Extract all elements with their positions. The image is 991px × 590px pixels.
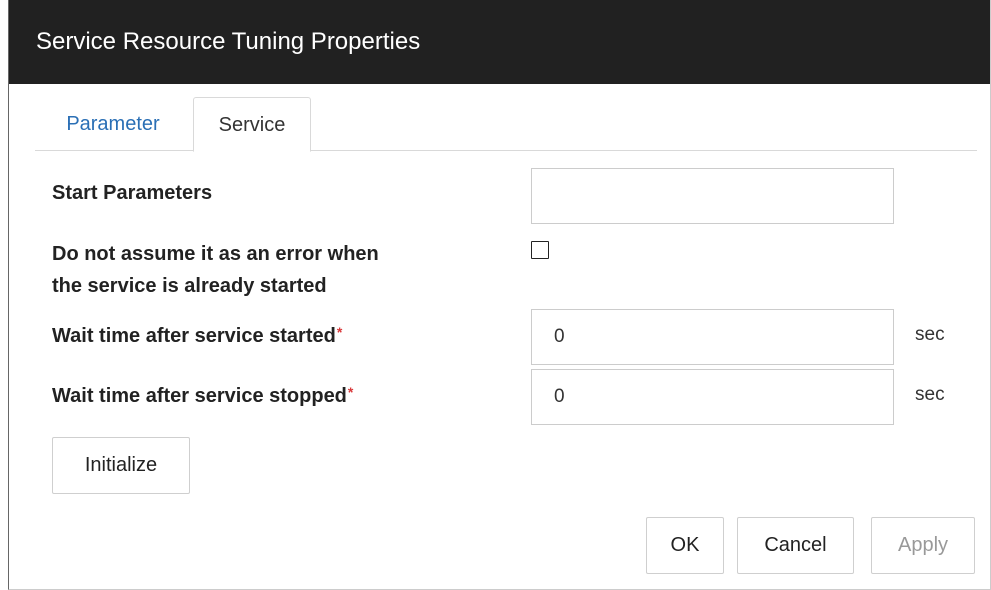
wait-stopped-input[interactable]: 0 <box>531 369 894 425</box>
initialize-button[interactable]: Initialize <box>52 437 190 494</box>
tab-parameter[interactable]: Parameter <box>35 97 191 151</box>
no-error-label-line2: the service is already started <box>52 275 327 297</box>
wait-started-label-text: Wait time after service started <box>52 325 336 347</box>
dialog-title: Service Resource Tuning Properties <box>9 0 990 84</box>
required-marker: * <box>336 324 343 340</box>
wait-stopped-label: Wait time after service stopped* <box>52 381 353 412</box>
apply-button[interactable]: Apply <box>871 517 975 574</box>
required-marker: * <box>347 384 354 400</box>
wait-started-label: Wait time after service started* <box>52 321 342 352</box>
no-error-checkbox[interactable] <box>531 241 549 259</box>
start-parameters-label: Start Parameters <box>52 182 213 204</box>
no-error-label-line1: Do not assume it as an error when <box>52 243 379 265</box>
wait-stopped-unit: sec <box>915 384 945 405</box>
wait-started-unit: sec <box>915 324 945 345</box>
ok-button[interactable]: OK <box>646 517 724 574</box>
wait-started-input[interactable]: 0 <box>531 309 894 365</box>
start-parameters-input[interactable] <box>531 168 894 224</box>
wait-stopped-label-text: Wait time after service stopped <box>52 385 347 407</box>
properties-dialog: Service Resource Tuning Properties Param… <box>8 0 991 590</box>
tab-service[interactable]: Service <box>193 97 311 152</box>
tab-bar: Parameter Service <box>35 97 977 152</box>
cancel-button[interactable]: Cancel <box>737 517 854 574</box>
